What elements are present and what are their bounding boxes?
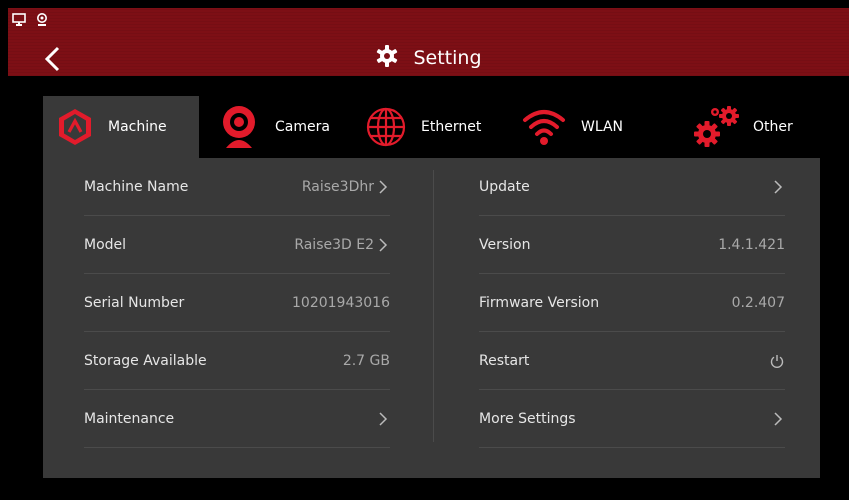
tab-camera[interactable]: Camera — [218, 96, 348, 158]
tab-ethernet-label: Ethernet — [421, 119, 482, 135]
header-bar: Setting — [8, 8, 849, 76]
version-value: 1.4.1.421 — [718, 236, 785, 253]
page-title: Setting — [413, 47, 482, 69]
chevron-right-icon — [379, 179, 388, 194]
restart-row[interactable]: Restart — [479, 332, 785, 390]
model-row[interactable]: Model Raise3D E2 — [84, 216, 390, 274]
camera-icon — [218, 102, 260, 152]
monitor-icon — [12, 12, 26, 31]
tab-bar: Machine Camera Ethernet WLAN Other — [43, 96, 820, 158]
tab-wlan[interactable]: WLAN — [521, 96, 651, 158]
maintenance-row[interactable]: Maintenance — [84, 390, 390, 448]
chevron-right-icon — [774, 411, 783, 426]
chevron-right-icon — [379, 237, 388, 252]
serial-number-value: 10201943016 — [292, 294, 390, 311]
row-label: Maintenance — [84, 410, 175, 427]
chevron-right-icon — [774, 179, 783, 194]
system-column: Update Version 1.4.1.421 Firmware Versio… — [479, 158, 785, 448]
row-label: Restart — [479, 352, 530, 369]
globe-icon — [365, 106, 407, 148]
row-value: Raise3Dhr — [302, 179, 390, 195]
row-value: Raise3D E2 — [294, 237, 390, 253]
row-value — [769, 353, 785, 369]
machine-name-row[interactable]: Machine Name Raise3Dhr — [84, 158, 390, 216]
row-value — [771, 411, 785, 427]
tab-other[interactable]: Other — [693, 96, 820, 158]
column-divider — [433, 170, 434, 442]
model-value: Raise3D E2 — [294, 236, 374, 253]
webcam-icon — [36, 12, 48, 31]
version-row: Version 1.4.1.421 — [479, 216, 785, 274]
row-label: Version — [479, 236, 531, 253]
row-label: More Settings — [479, 410, 576, 427]
row-label: Machine Name — [84, 178, 189, 195]
machine-icon — [58, 108, 92, 146]
firmware-version-row: Firmware Version 0.2.407 — [479, 274, 785, 332]
more-settings-row[interactable]: More Settings — [479, 390, 785, 448]
row-value — [771, 179, 785, 195]
storage-row: Storage Available 2.7 GB — [84, 332, 390, 390]
storage-value: 2.7 GB — [342, 352, 390, 369]
firmware-version-value: 0.2.407 — [731, 294, 785, 311]
row-value — [376, 411, 390, 427]
status-icons — [12, 12, 48, 31]
row-label: Update — [479, 178, 530, 195]
row-label: Serial Number — [84, 294, 185, 311]
tab-wlan-label: WLAN — [581, 119, 624, 135]
gears-icon — [693, 104, 741, 150]
gear-icon — [375, 44, 399, 72]
row-label: Storage Available — [84, 352, 207, 369]
serial-number-row: Serial Number 10201943016 — [84, 274, 390, 332]
tab-other-label: Other — [753, 119, 793, 135]
row-label: Model — [84, 236, 127, 253]
tab-machine-label: Machine — [108, 119, 167, 135]
tab-ethernet[interactable]: Ethernet — [365, 96, 501, 158]
update-row[interactable]: Update — [479, 158, 785, 216]
settings-panel: Machine Name Raise3Dhr Model Raise3D E2 … — [43, 158, 820, 478]
tab-camera-label: Camera — [275, 119, 330, 135]
power-icon[interactable] — [769, 353, 785, 369]
row-label: Firmware Version — [479, 294, 600, 311]
chevron-right-icon — [379, 411, 388, 426]
title-area: Setting — [8, 44, 849, 72]
machine-info-column: Machine Name Raise3Dhr Model Raise3D E2 … — [84, 158, 390, 448]
wifi-icon — [521, 107, 567, 147]
tab-machine[interactable]: Machine — [43, 96, 199, 158]
machine-name-value: Raise3Dhr — [301, 178, 374, 195]
